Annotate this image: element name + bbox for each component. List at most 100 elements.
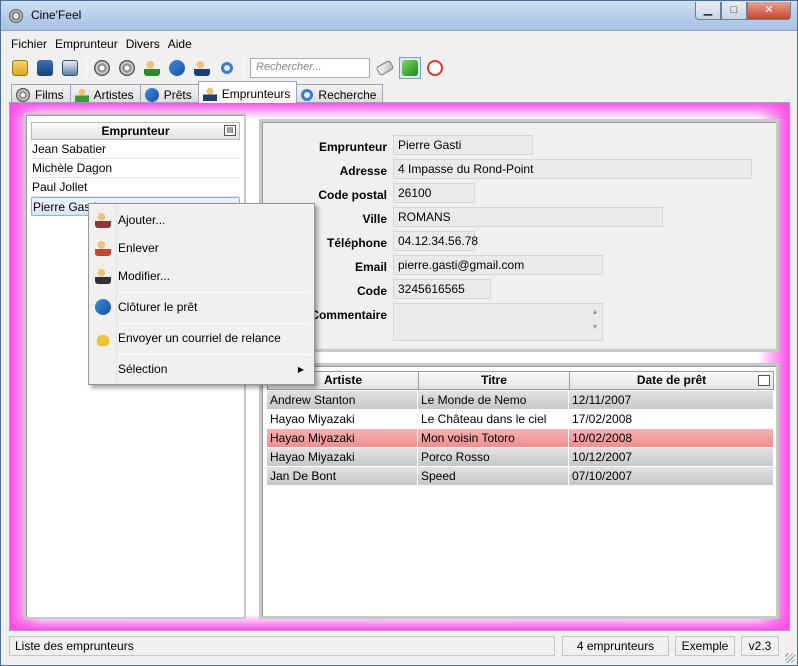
tab-recherche[interactable]: Recherche <box>296 84 384 103</box>
cell-date: 12/11/2007 <box>569 391 774 409</box>
table-row[interactable]: Andrew Stanton Le Monde de Nemo 12/11/20… <box>267 391 774 410</box>
title-bar[interactable]: Cine'Feel ▁ □ ✕ <box>1 1 797 31</box>
field-ville[interactable]: ROMANS <box>393 207 663 227</box>
field-code[interactable]: 3245616565 <box>393 279 491 299</box>
borrower-list-header[interactable]: Emprunteur ▤ <box>31 122 240 140</box>
tab-label: Films <box>35 88 64 102</box>
minimize-button[interactable]: ▁ <box>695 2 721 20</box>
borrower-add-button[interactable] <box>191 57 213 79</box>
list-item[interactable]: Jean Sabatier <box>31 140 240 159</box>
column-header-titre[interactable]: Titre <box>419 372 570 389</box>
cell-artist: Hayao Miyazaki <box>267 410 418 428</box>
loan-icon <box>144 88 159 102</box>
menu-item-label: Enlever <box>118 241 159 255</box>
menu-separator <box>119 354 311 355</box>
tab-emprunteurs[interactable]: Emprunteurs <box>197 81 298 103</box>
cell-title: Speed <box>418 467 569 485</box>
tab-label: Artistes <box>93 88 134 102</box>
tab-artistes[interactable]: Artistes <box>69 84 141 103</box>
menu-divers[interactable]: Divers <box>122 35 164 53</box>
clear-search-button[interactable] <box>374 57 396 79</box>
film-edit-button[interactable] <box>116 57 138 79</box>
cell-date: 10/12/2007 <box>569 448 774 466</box>
search-input[interactable]: Rechercher... <box>250 58 370 78</box>
refresh-button[interactable] <box>399 57 421 79</box>
submenu-arrow-icon: ▶ <box>297 364 304 374</box>
eraser-icon <box>375 59 395 77</box>
film-reel-icon <box>16 88 30 102</box>
open-icon <box>12 60 28 76</box>
cell-date: 07/10/2007 <box>569 467 774 485</box>
field-email[interactable]: pierre.gasti@gmail.com <box>393 255 603 275</box>
list-item[interactable]: Michèle Dagon <box>31 159 240 178</box>
reminder-button[interactable] <box>424 57 446 79</box>
menu-item-label: Sélection <box>118 362 168 376</box>
cell-title: Le Monde de Nemo <box>418 391 569 409</box>
cell-title: Porco Rosso <box>418 448 569 466</box>
close-button[interactable]: ✕ <box>747 2 791 20</box>
menu-item-cloturer-pret[interactable]: Clôturer le prêt <box>91 295 312 319</box>
film-edit-icon <box>119 60 135 76</box>
resize-grip[interactable] <box>785 653 795 663</box>
field-adresse[interactable]: 4 Impasse du Rond-Point <box>393 159 752 179</box>
menu-item-label: Envoyer un courriel de relance <box>118 331 281 345</box>
cell-title: Le Château dans le ciel <box>418 410 569 428</box>
field-code-postal[interactable]: 26100 <box>393 183 475 203</box>
close-loan-icon <box>95 299 111 315</box>
column-header-date[interactable]: Date de prêt <box>570 372 773 389</box>
menu-item-icon-blank <box>95 361 111 377</box>
label-adresse: Adresse <box>339 164 387 178</box>
list-item[interactable]: Paul Jollet <box>31 178 240 197</box>
status-mode: Exemple <box>675 636 735 656</box>
table-row[interactable]: Hayao Miyazaki Le Château dans le ciel 1… <box>267 410 774 429</box>
menu-fichier[interactable]: Fichier <box>7 35 51 53</box>
cell-artist: Hayao Miyazaki <box>267 448 418 466</box>
loan-button[interactable] <box>166 57 188 79</box>
field-emprunteur[interactable]: Pierre Gasti <box>393 135 533 155</box>
menu-item-label: Modifier... <box>118 269 171 283</box>
table-row[interactable]: Jan De Bont Speed 07/10/2007 <box>267 467 774 486</box>
film-add-icon <box>94 60 110 76</box>
menu-separator <box>119 292 311 293</box>
field-commentaire[interactable]: ▲ ▼ <box>393 303 603 341</box>
open-button[interactable] <box>9 57 31 79</box>
person-add-icon <box>95 212 111 228</box>
person-remove-icon <box>95 240 111 256</box>
window-title: Cine'Feel <box>31 8 82 22</box>
print-button[interactable] <box>59 57 81 79</box>
cell-artist: Hayao Miyazaki <box>267 429 418 447</box>
tab-label: Emprunteurs <box>221 86 291 101</box>
scrollbar[interactable]: ▲ ▼ <box>589 305 601 339</box>
person-add-button[interactable] <box>141 57 163 79</box>
context-menu: Ajouter... Enlever Modifier... Clôturer … <box>88 203 315 385</box>
maximize-button[interactable]: □ <box>721 2 747 20</box>
toolbar-separator <box>86 58 87 78</box>
menu-item-modifier[interactable]: Modifier... <box>91 264 312 288</box>
menu-item-envoyer-relance[interactable]: Envoyer un courriel de relance <box>91 326 312 350</box>
window-controls: ▁ □ ✕ <box>695 2 791 20</box>
cell-title: Mon voisin Totoro <box>418 429 569 447</box>
column-config-icon[interactable] <box>758 375 770 386</box>
search-button[interactable] <box>216 57 238 79</box>
column-config-icon[interactable]: ▤ <box>224 125 236 136</box>
menu-item-ajouter[interactable]: Ajouter... <box>91 208 312 232</box>
menu-item-selection[interactable]: Sélection ▶ <box>91 357 312 381</box>
tab-films[interactable]: Films <box>11 84 71 103</box>
person-edit-icon <box>95 268 111 284</box>
alarm-clock-icon <box>427 60 443 76</box>
app-window: Cine'Feel ▁ □ ✕ Fichier Emprunteur Diver… <box>0 0 798 666</box>
tab-prets[interactable]: Prêts <box>139 84 199 103</box>
artist-icon <box>74 88 89 102</box>
field-telephone[interactable]: 04.12.34.56.78 <box>393 231 478 251</box>
table-row[interactable]: Hayao Miyazaki Porco Rosso 10/12/2007 <box>267 448 774 467</box>
search-icon <box>301 89 314 101</box>
toolbar-separator <box>243 58 244 78</box>
save-icon <box>37 60 53 76</box>
menu-aide[interactable]: Aide <box>164 35 196 53</box>
save-button[interactable] <box>34 57 56 79</box>
menu-item-enlever[interactable]: Enlever <box>91 236 312 260</box>
menu-emprunteur[interactable]: Emprunteur <box>51 35 122 53</box>
film-reel-icon <box>9 9 23 23</box>
film-add-button[interactable] <box>91 57 113 79</box>
table-row-overdue[interactable]: Hayao Miyazaki Mon voisin Totoro 10/02/2… <box>267 429 774 448</box>
